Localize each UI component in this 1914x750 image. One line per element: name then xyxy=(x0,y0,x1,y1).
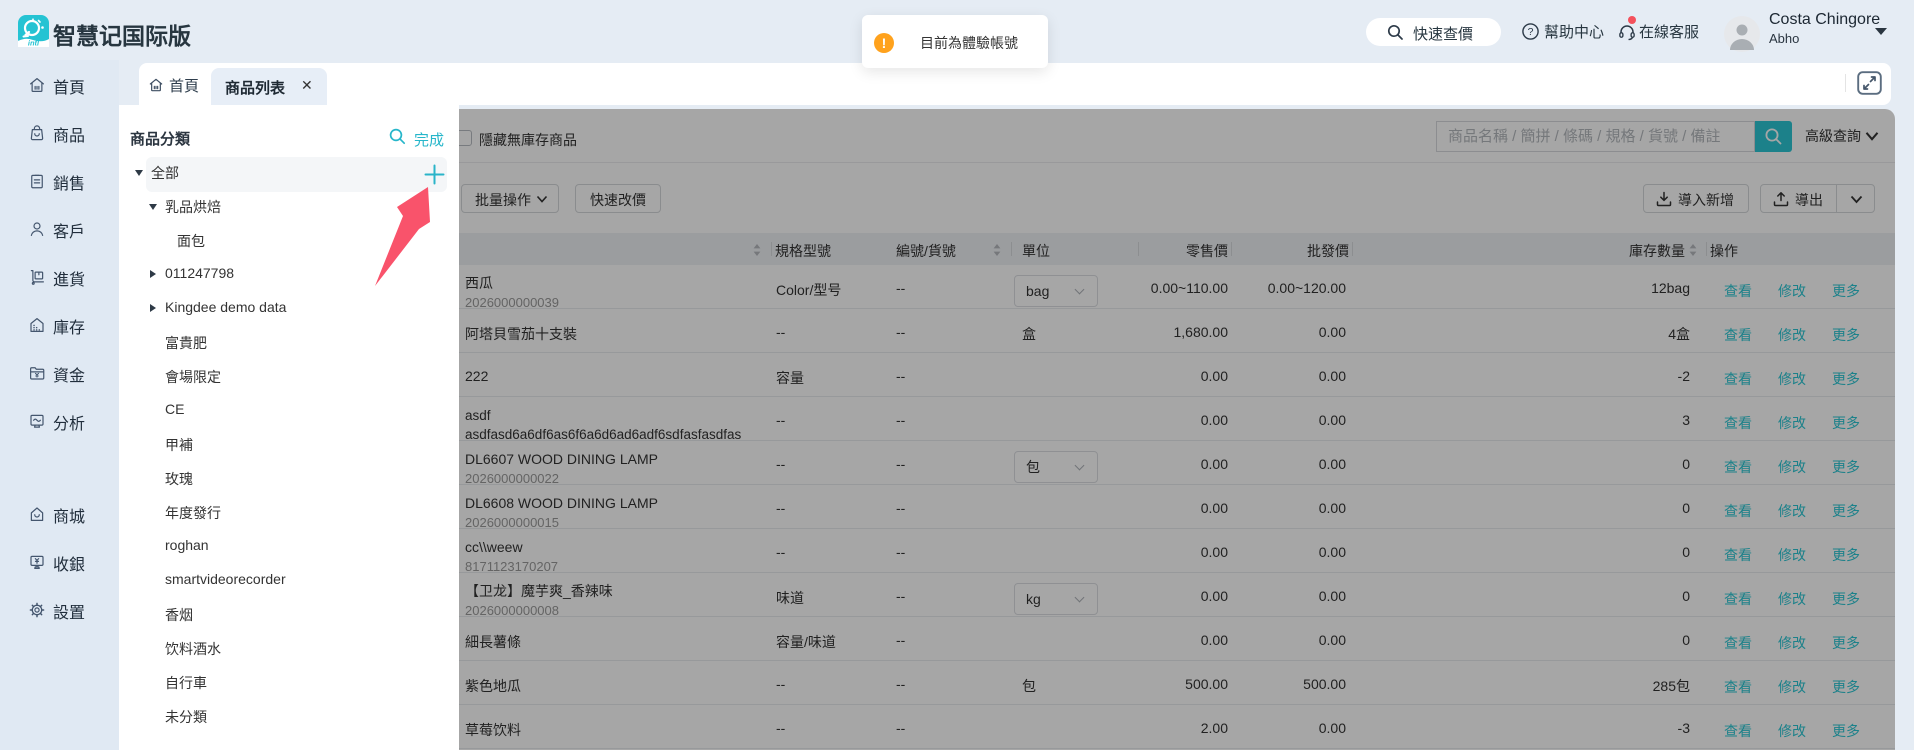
svg-text:?: ? xyxy=(1528,26,1534,38)
svg-text:intl: intl xyxy=(28,39,40,48)
